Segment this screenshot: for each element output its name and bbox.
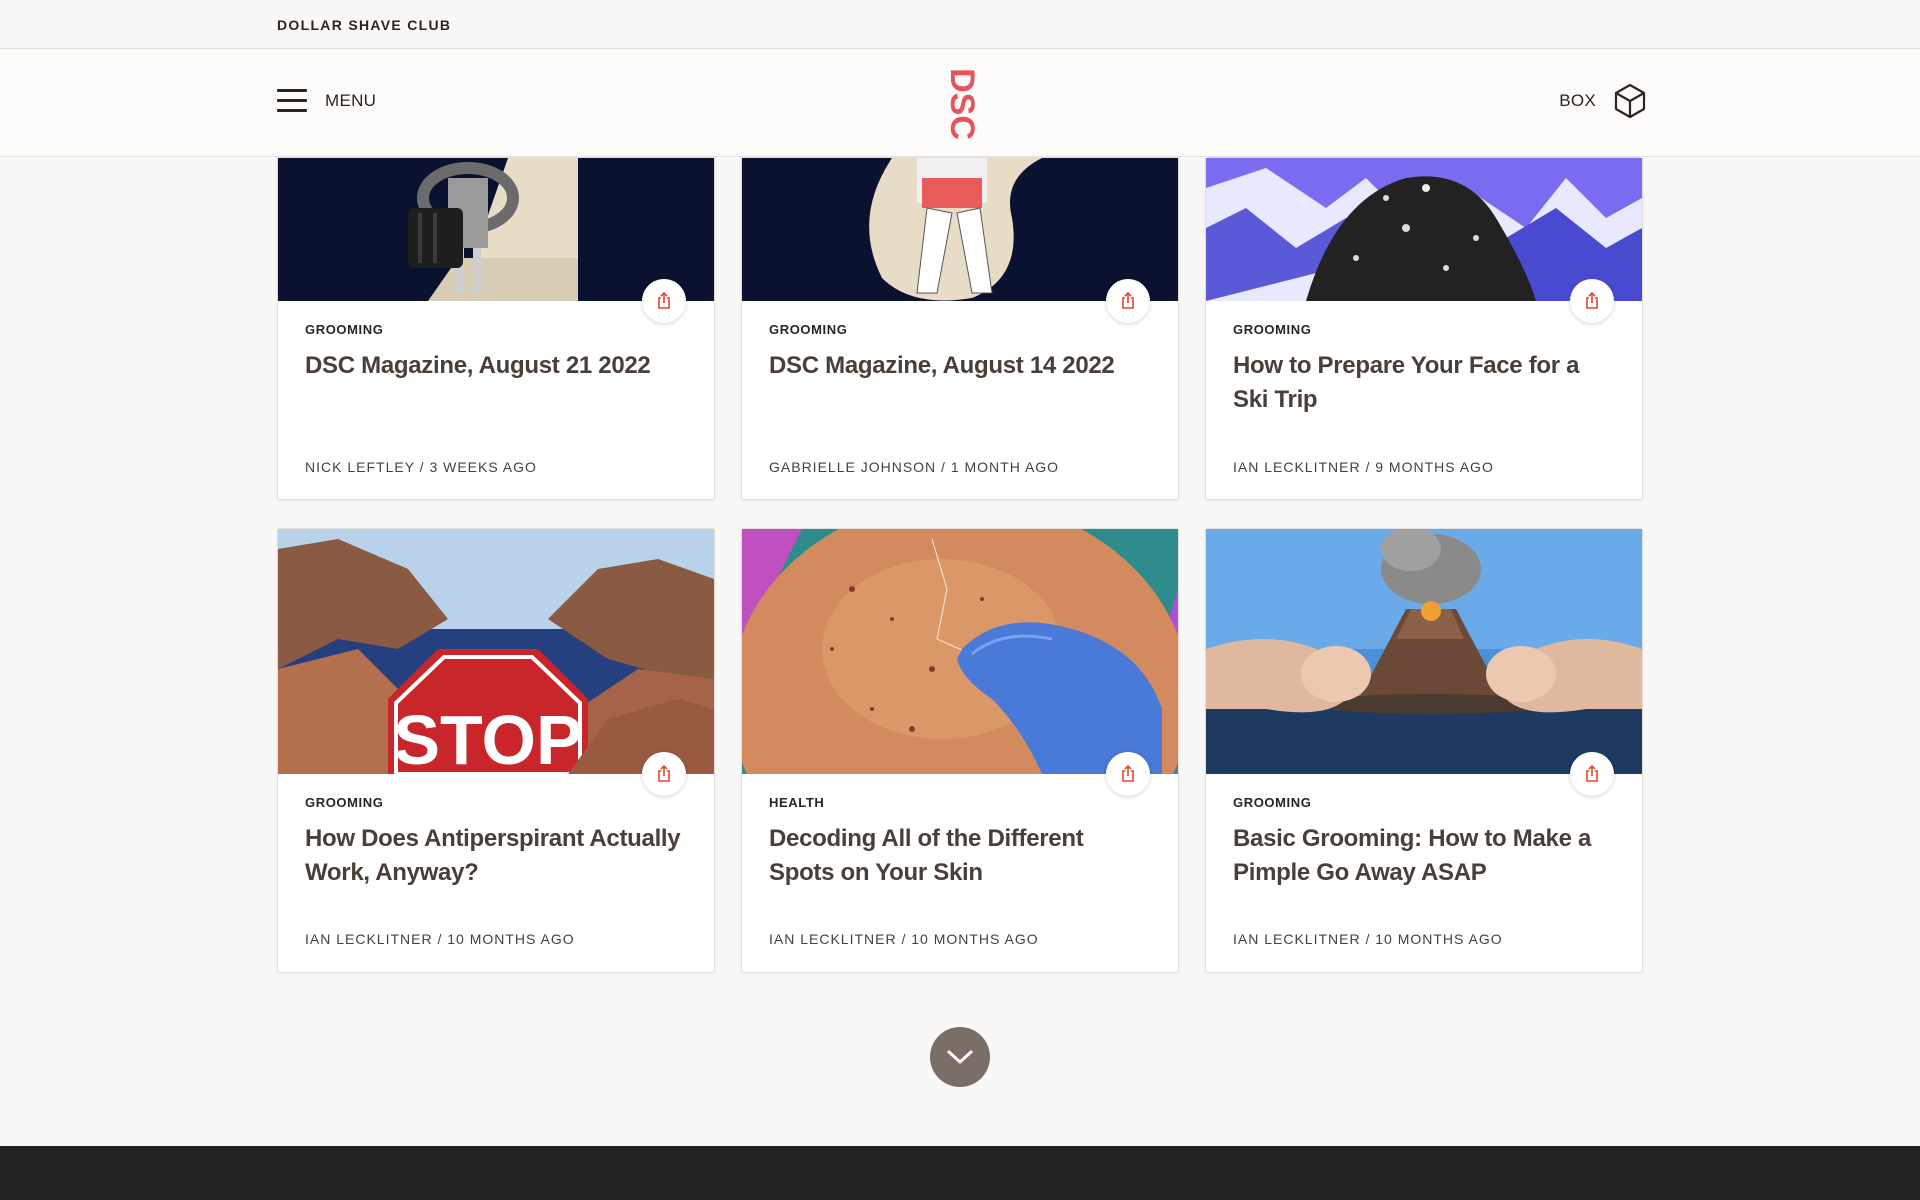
article-title[interactable]: Decoding All of the Different Spots on Y… [769, 822, 1149, 890]
article-card[interactable]: GROOMING DSC Magazine, August 21 2022 NI… [277, 157, 715, 500]
menu-button[interactable]: MENU [277, 85, 376, 117]
menu-label: MENU [325, 91, 377, 110]
article-meta: GABRIELLE JOHNSON / 1 MONTH AGO [769, 459, 1060, 475]
article-card[interactable]: GROOMING Basic Grooming: How to Make a P… [1205, 528, 1643, 973]
article-image [742, 158, 1178, 301]
article-meta: IAN LECKLITNER / 9 MONTHS AGO [1233, 459, 1494, 475]
article-card[interactable]: GROOMING How to Prepare Your Face for a … [1205, 157, 1643, 500]
article-meta: IAN LECKLITNER / 10 MONTHS AGO [1233, 931, 1503, 947]
article-title[interactable]: DSC Magazine, August 14 2022 [769, 349, 1149, 383]
hamburger-icon [277, 88, 307, 114]
share-icon [1586, 291, 1598, 309]
article-title[interactable]: Basic Grooming: How to Make a Pimple Go … [1233, 822, 1613, 890]
main-navbar: MENU DSC BOX [0, 49, 1920, 157]
top-bar: DOLLAR SHAVE CLUB [0, 0, 1920, 49]
share-icon [658, 291, 670, 309]
article-meta: IAN LECKLITNER / 10 MONTHS AGO [305, 931, 575, 947]
article-image [278, 158, 714, 301]
article-image [1206, 158, 1642, 301]
article-title[interactable]: DSC Magazine, August 21 2022 [305, 349, 685, 383]
share-button[interactable] [1570, 279, 1614, 323]
share-button[interactable] [642, 279, 686, 323]
stop-sign-text: STOP [393, 701, 582, 774]
chevron-down-icon [947, 1050, 973, 1064]
share-button[interactable] [1570, 752, 1614, 796]
share-button[interactable] [1106, 279, 1150, 323]
article-category[interactable]: GROOMING [769, 322, 847, 337]
footer [0, 1146, 1920, 1200]
article-card[interactable]: STOP GROOMING How Does Antiperspirant Ac… [277, 528, 715, 973]
article-category[interactable]: GROOMING [305, 795, 383, 810]
article-title[interactable]: How Does Antiperspirant Actually Work, A… [305, 822, 685, 890]
share-button[interactable] [1106, 752, 1150, 796]
share-button[interactable] [642, 752, 686, 796]
article-title[interactable]: How to Prepare Your Face for a Ski Trip [1233, 349, 1613, 417]
article-meta: NICK LEFTLEY / 3 WEEKS AGO [305, 459, 537, 475]
box-icon [1614, 83, 1646, 119]
logo-text: DSC [944, 68, 980, 140]
article-category[interactable]: GROOMING [305, 322, 383, 337]
article-meta: IAN LECKLITNER / 10 MONTHS AGO [769, 931, 1039, 947]
box-button[interactable]: BOX [1559, 81, 1646, 121]
article-image [742, 529, 1178, 774]
article-category[interactable]: HEALTH [769, 795, 824, 810]
share-icon [1122, 291, 1134, 309]
article-image [1206, 529, 1642, 774]
article-category[interactable]: GROOMING [1233, 322, 1311, 337]
share-icon [658, 764, 670, 782]
box-label: BOX [1559, 91, 1596, 110]
brand-name[interactable]: DOLLAR SHAVE CLUB [277, 17, 451, 33]
article-category[interactable]: GROOMING [1233, 795, 1311, 810]
article-image: STOP [278, 529, 714, 774]
dsc-logo[interactable]: DSC [944, 67, 980, 141]
share-icon [1586, 764, 1598, 782]
article-card[interactable]: GROOMING DSC Magazine, August 14 2022 GA… [741, 157, 1179, 500]
share-icon [1122, 764, 1134, 782]
article-card[interactable]: HEALTH Decoding All of the Different Spo… [741, 528, 1179, 973]
load-more-button[interactable] [930, 1027, 990, 1087]
